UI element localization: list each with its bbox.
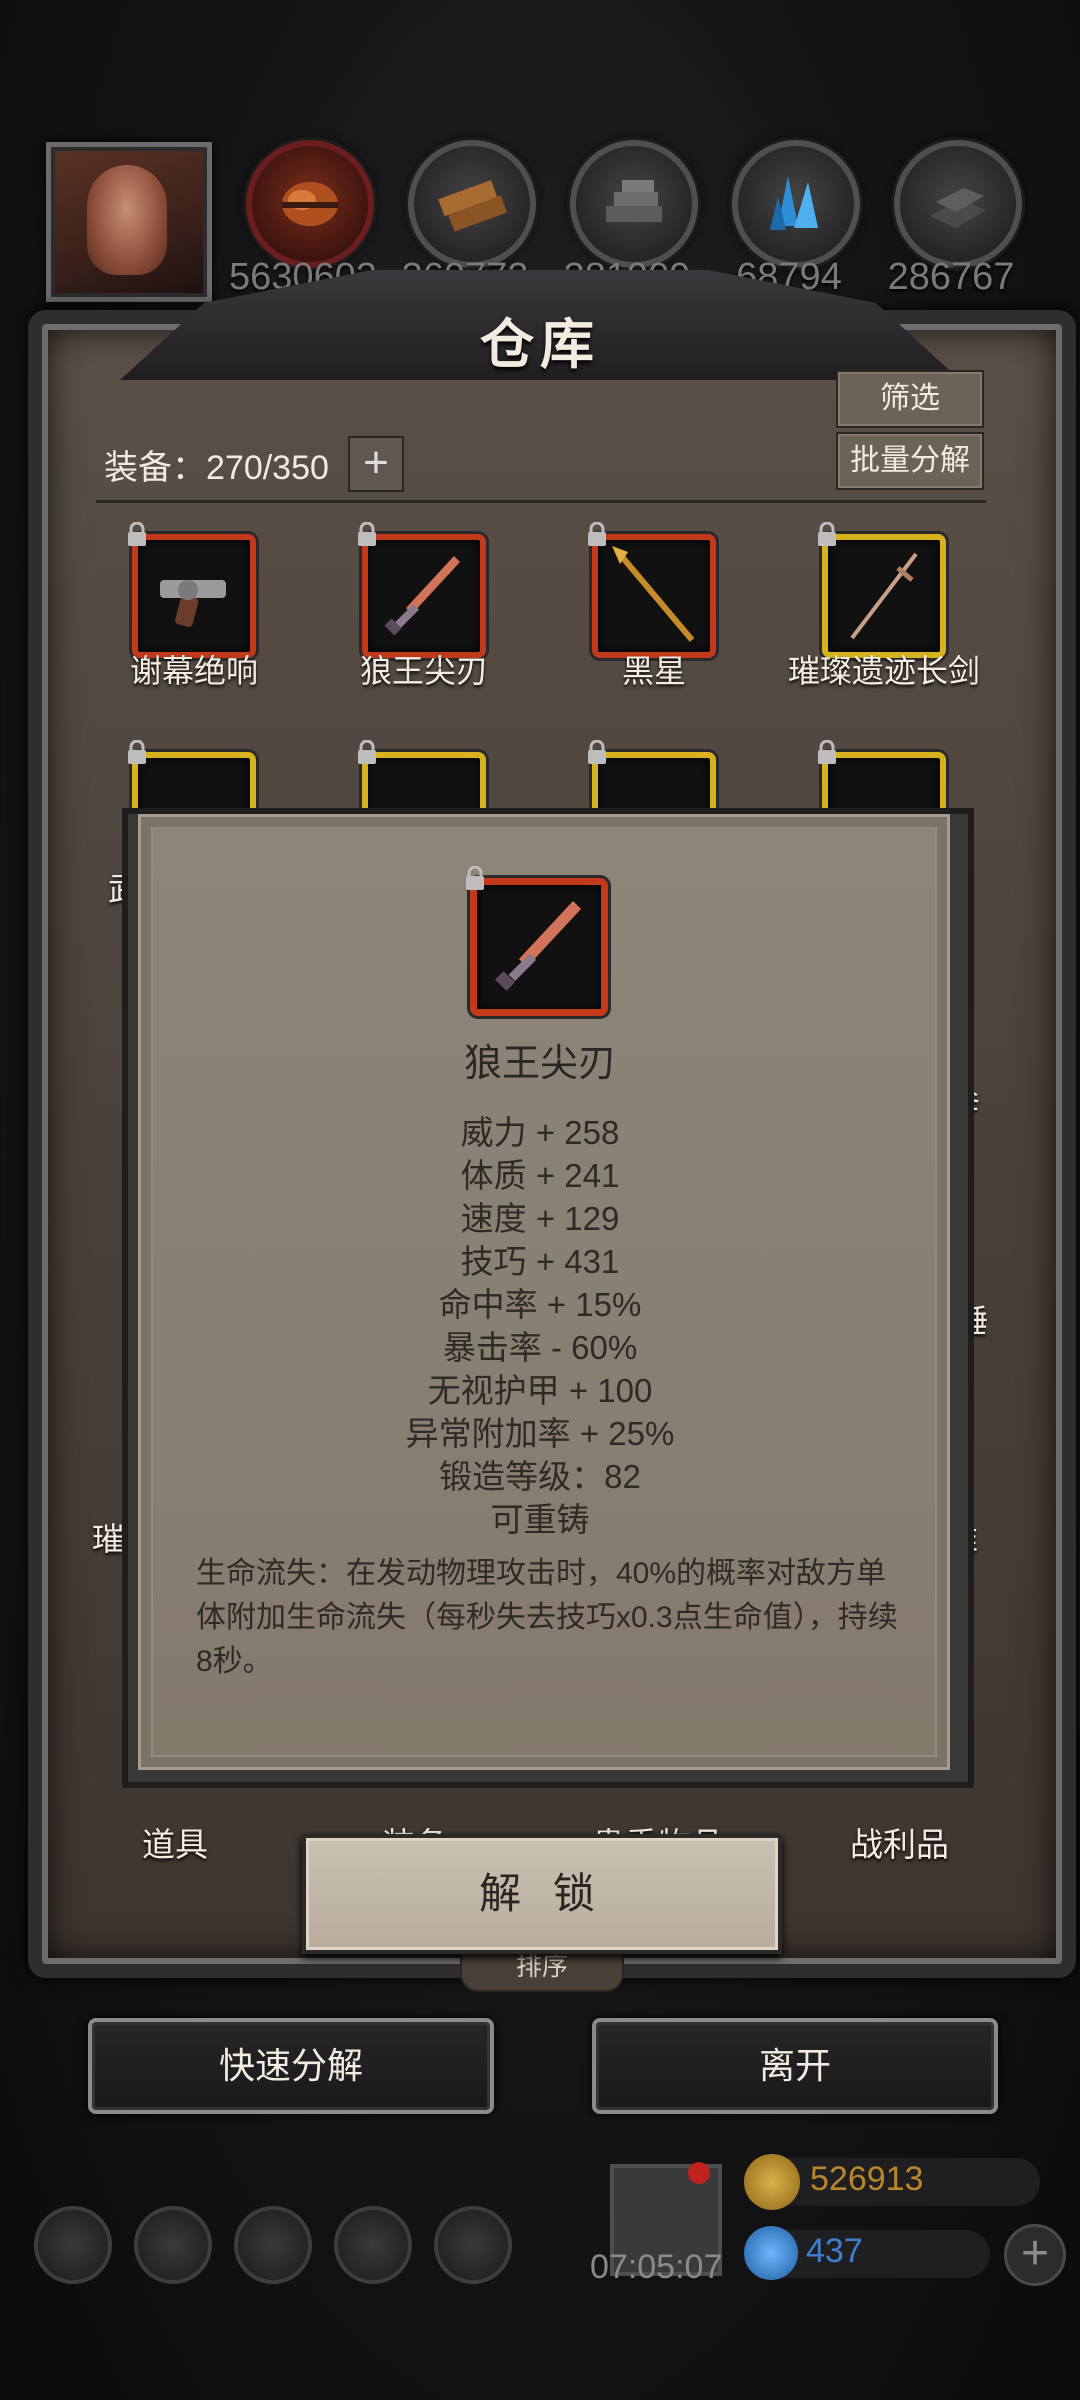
item-description: 生命流失：在发动物理攻击时，40%的概率对敌方单体附加生命流失（每秒失去技巧x0… xyxy=(196,1557,898,1678)
item-slot-4[interactable] xyxy=(818,522,946,658)
equipment-capacity: 装备：270/350 xyxy=(104,449,329,487)
expand-capacity-button[interactable]: + xyxy=(348,436,404,492)
wood-resource-icon xyxy=(408,140,536,268)
stone-resource-icon xyxy=(570,140,698,268)
detail-item-name: 狼王尖刃 xyxy=(463,1043,616,1085)
gift-timer: 07:05:07 xyxy=(590,2248,723,2286)
stat-armor-ignore: 无视护甲 + 100 xyxy=(427,1372,653,1409)
item-frame xyxy=(470,878,608,1016)
gem-amount: 437 xyxy=(806,2232,863,2270)
gold-coin-icon xyxy=(744,2154,800,2210)
stat-skill: 技巧 + 431 xyxy=(460,1243,620,1280)
item-slot-3[interactable] xyxy=(588,522,716,658)
crystal-icon xyxy=(770,176,818,230)
stat-forge-level: 锻造等级：82 xyxy=(439,1458,641,1495)
notification-dot xyxy=(688,2162,710,2184)
filter-button[interactable]: 筛选 xyxy=(836,370,984,428)
item-slot-1[interactable] xyxy=(128,522,256,658)
batch-decompose-button[interactable]: 批量分解 xyxy=(836,432,984,490)
stat-speed: 速度 + 129 xyxy=(460,1200,620,1237)
lock-icon xyxy=(818,740,836,764)
lock-icon xyxy=(588,522,606,546)
item-frame xyxy=(822,534,946,658)
lock-icon xyxy=(588,740,606,764)
stat-hit-rate: 命中率 + 15% xyxy=(438,1286,642,1323)
lock-icon xyxy=(466,866,484,890)
unlock-button[interactable]: 解 锁 xyxy=(302,1834,782,1954)
avatar-portrait xyxy=(87,165,167,275)
crystal-resource-icon xyxy=(732,140,860,268)
tab-loot[interactable]: 战利品 xyxy=(850,1818,949,1866)
scroll-icon[interactable] xyxy=(234,2206,312,2284)
meat-resource-icon xyxy=(246,140,374,268)
longsword-icon xyxy=(850,552,918,640)
lock-icon xyxy=(358,740,376,764)
divider xyxy=(96,500,986,503)
item-frame xyxy=(132,534,256,658)
settings-icon[interactable] xyxy=(34,2206,112,2284)
iron-icon xyxy=(930,188,986,228)
page-title: 仓库 xyxy=(480,312,600,376)
mail-icon[interactable] xyxy=(334,2206,412,2284)
stat-crit-rate: 暴击率 - 60% xyxy=(442,1329,638,1366)
item-name: 谢幕绝响 xyxy=(129,653,258,689)
spear-icon xyxy=(612,546,695,642)
lock-icon xyxy=(128,522,146,546)
stone-icon xyxy=(606,180,662,222)
gem-icon xyxy=(744,2226,798,2280)
lock-icon xyxy=(358,522,376,546)
stat-reforgeable: 可重铸 xyxy=(490,1501,590,1538)
item-slot-2[interactable] xyxy=(358,522,486,658)
iron-resource-icon xyxy=(894,140,1022,268)
star-icon[interactable] xyxy=(134,2206,212,2284)
gold-amount: 526913 xyxy=(810,2160,924,2198)
lock-icon xyxy=(128,740,146,764)
compass-icon[interactable] xyxy=(434,2206,512,2284)
stat-constitution: 体质 + 241 xyxy=(460,1157,620,1194)
wood-icon xyxy=(438,180,508,232)
dagger-icon xyxy=(384,556,460,636)
item-name: 黑星 xyxy=(621,653,686,689)
meat-icon xyxy=(282,182,338,226)
stat-status-rate: 异常附加率 + 25% xyxy=(405,1415,675,1452)
item-frame xyxy=(362,534,486,658)
add-currency-button[interactable]: + xyxy=(1004,2224,1066,2286)
lock-icon xyxy=(818,522,836,546)
item-name: 狼王尖刃 xyxy=(359,653,488,689)
detail-item-icon xyxy=(466,866,608,1016)
revolver-icon xyxy=(160,580,226,627)
dagger-icon xyxy=(495,901,581,991)
iron-count: 286767 xyxy=(887,256,1015,298)
player-avatar[interactable] xyxy=(46,142,212,302)
tab-items[interactable]: 道具 xyxy=(142,1818,208,1866)
leave-button[interactable]: 离开 xyxy=(592,2018,998,2114)
stat-power: 威力 + 258 xyxy=(460,1114,620,1151)
item-frame xyxy=(592,534,716,658)
quick-decompose-button[interactable]: 快速分解 xyxy=(88,2018,494,2114)
item-name: 璀璨遗迹长剑 xyxy=(787,653,980,689)
